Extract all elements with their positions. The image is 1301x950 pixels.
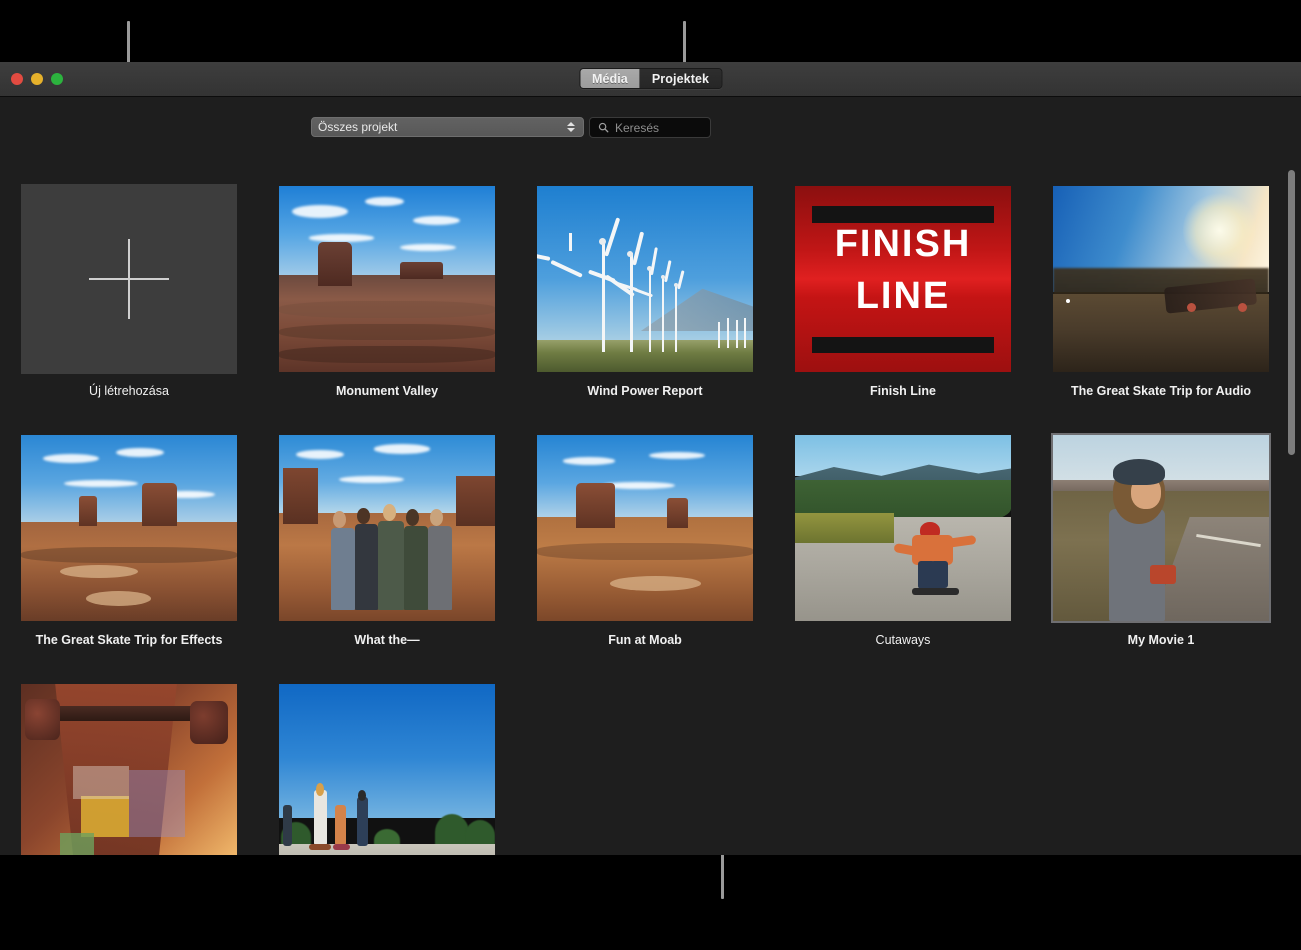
thumbnail-container bbox=[1053, 433, 1269, 623]
thumbnail-container bbox=[21, 682, 237, 855]
grid-row bbox=[0, 682, 1301, 855]
project-thumbnail[interactable] bbox=[279, 684, 495, 855]
traffic-lights bbox=[11, 73, 63, 85]
thumbnail-container: FINISH LINE bbox=[795, 184, 1011, 374]
project-thumbnail[interactable] bbox=[1053, 186, 1269, 372]
project-title: Új létrehozása bbox=[89, 384, 169, 398]
projects-grid[interactable]: Új létrehozása bbox=[0, 158, 1301, 855]
project-thumbnail[interactable] bbox=[21, 684, 237, 855]
project-title: The Great Skate Trip for Audio bbox=[1071, 384, 1251, 398]
close-window-button[interactable] bbox=[11, 73, 23, 85]
zoom-window-button[interactable] bbox=[51, 73, 63, 85]
thumbnail-container bbox=[279, 184, 495, 374]
thumbnail-container bbox=[537, 184, 753, 374]
project-title: Monument Valley bbox=[336, 384, 438, 398]
project-title: The Great Skate Trip for Effects bbox=[36, 633, 223, 647]
project-tile[interactable]: Wind Power Report bbox=[516, 184, 774, 398]
grid-empty-cell bbox=[1032, 682, 1290, 855]
project-title: My Movie 1 bbox=[1128, 633, 1195, 647]
project-thumbnail[interactable] bbox=[1053, 435, 1269, 621]
thumbnail-container bbox=[279, 433, 495, 623]
search-placeholder: Keresés bbox=[615, 121, 659, 135]
project-tile[interactable]: The Great Skate Trip for Audio bbox=[1032, 184, 1290, 398]
chevron-updown-icon bbox=[566, 120, 575, 134]
project-tile[interactable]: Monument Valley bbox=[258, 184, 516, 398]
project-tile-new[interactable]: Új létrehozása bbox=[0, 184, 258, 398]
minimize-window-button[interactable] bbox=[31, 73, 43, 85]
grid-row: The Great Skate Trip for Effects bbox=[0, 433, 1301, 647]
project-thumbnail[interactable] bbox=[537, 186, 753, 372]
grid-row: Új létrehozása bbox=[0, 184, 1301, 398]
window-titlebar: Média Projektek bbox=[0, 62, 1301, 97]
tab-media[interactable]: Média bbox=[580, 69, 640, 88]
project-tile[interactable] bbox=[0, 682, 258, 855]
imovie-window: Média Projektek Összes projekt Keresés bbox=[0, 62, 1301, 855]
project-tile-selected[interactable]: My Movie 1 bbox=[1032, 433, 1290, 647]
grid-empty-cell bbox=[516, 682, 774, 855]
project-filter-popup[interactable]: Összes projekt bbox=[311, 117, 584, 137]
vertical-scrollbar[interactable] bbox=[1286, 158, 1298, 855]
project-title: What the— bbox=[354, 633, 419, 647]
finish-line-text-1: FINISH bbox=[795, 227, 1011, 262]
project-thumbnail[interactable] bbox=[537, 435, 753, 621]
thumbnail-container bbox=[279, 682, 495, 855]
project-thumbnail[interactable] bbox=[795, 435, 1011, 621]
scrollbar-thumb[interactable] bbox=[1288, 170, 1295, 455]
thumbnail-container bbox=[1053, 184, 1269, 374]
project-thumbnail[interactable] bbox=[279, 435, 495, 621]
tab-projects[interactable]: Projektek bbox=[640, 69, 721, 88]
search-icon bbox=[598, 122, 609, 133]
project-tile[interactable]: FINISH LINE Finish Line bbox=[774, 184, 1032, 398]
screenshot-root: Média Projektek Összes projekt Keresés bbox=[0, 0, 1301, 950]
project-tile[interactable]: Cutaways bbox=[774, 433, 1032, 647]
thumbnail-container bbox=[21, 433, 237, 623]
thumbnail-container bbox=[537, 433, 753, 623]
project-tile[interactable] bbox=[258, 682, 516, 855]
search-field[interactable]: Keresés bbox=[589, 117, 711, 138]
project-thumbnail[interactable] bbox=[279, 186, 495, 372]
thumbnail-container bbox=[21, 184, 237, 374]
project-thumbnail[interactable] bbox=[21, 435, 237, 621]
new-project-thumbnail[interactable] bbox=[21, 184, 237, 374]
thumbnail-container bbox=[795, 433, 1011, 623]
project-tile[interactable]: What the— bbox=[258, 433, 516, 647]
finish-line-text-2: LINE bbox=[795, 279, 1011, 314]
project-title: Finish Line bbox=[870, 384, 936, 398]
project-title: Fun at Moab bbox=[608, 633, 682, 647]
project-tile[interactable]: The Great Skate Trip for Effects bbox=[0, 433, 258, 647]
project-title: Wind Power Report bbox=[587, 384, 702, 398]
library-mode-tabs: Média Projektek bbox=[579, 68, 722, 89]
grid-empty-cell bbox=[774, 682, 1032, 855]
filter-toolbar: Összes projekt Keresés bbox=[0, 97, 1301, 149]
project-thumbnail[interactable]: FINISH LINE bbox=[795, 186, 1011, 372]
project-filter-value: Összes projekt bbox=[318, 120, 566, 134]
project-title: Cutaways bbox=[876, 633, 931, 647]
project-tile[interactable]: Fun at Moab bbox=[516, 433, 774, 647]
